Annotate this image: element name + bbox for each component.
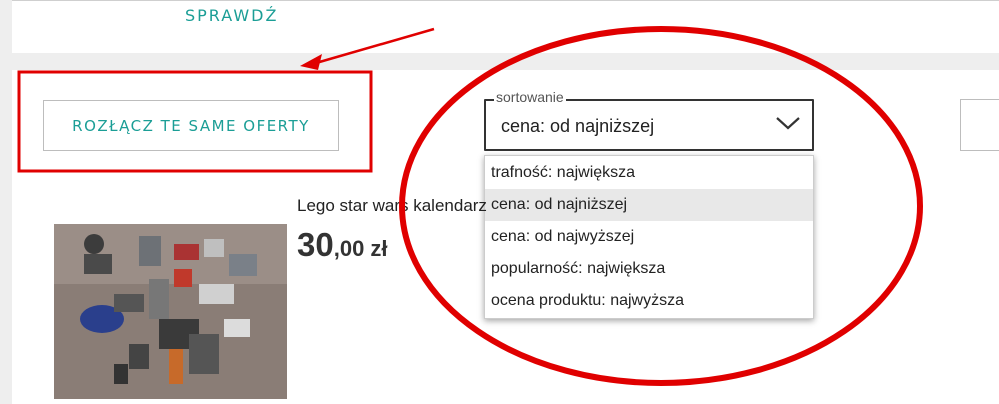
disconnect-same-offers-button[interactable]: ROZŁĄCZ TE SAME OFERTY (43, 100, 339, 151)
top-card: SPRAWDŹ (12, 0, 999, 53)
sort-option-relevance[interactable]: trafność: największa (485, 157, 813, 189)
check-link[interactable]: SPRAWDŹ (185, 6, 278, 25)
sort-selected-value[interactable]: cena: od najniższej (501, 116, 654, 137)
sort-dropdown-list: trafność: największa cena: od najniższej… (484, 155, 814, 319)
sort-option-price-asc[interactable]: cena: od najniższej (485, 189, 813, 221)
price-fraction: ,00 zł (333, 236, 388, 261)
price-main: 30 (297, 226, 334, 263)
sort-option-price-desc[interactable]: cena: od najwyższej (485, 221, 813, 253)
secondary-filter-button[interactable] (960, 99, 999, 151)
product-image[interactable] (54, 224, 287, 399)
sort-label: sortowanie (494, 89, 566, 105)
sort-option-rating[interactable]: ocena produktu: najwyższa (485, 285, 813, 317)
product-price: 30,00 zł (297, 226, 388, 264)
product-title[interactable]: Lego star wars kalendarz (297, 196, 487, 216)
sort-option-popularity[interactable]: popularność: największa (485, 253, 813, 285)
chevron-down-icon[interactable] (773, 113, 803, 133)
